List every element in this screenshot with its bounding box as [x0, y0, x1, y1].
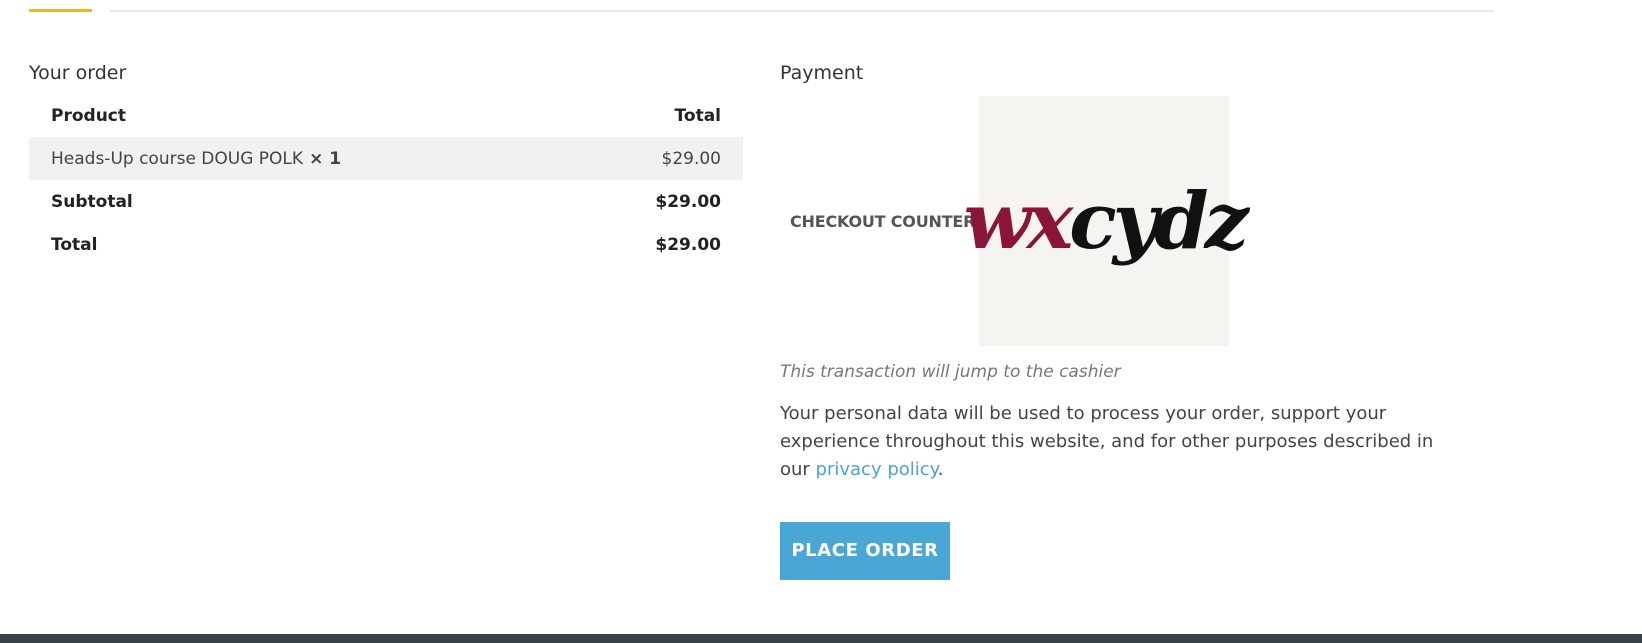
- gateway-logo: wx cydz: [964, 96, 1249, 346]
- total-row: Total $29.00: [29, 223, 743, 266]
- footer-bar: [0, 634, 1642, 643]
- table-row: Heads-Up course DOUG POLK × 1 $29.00: [29, 137, 743, 180]
- payment-title: Payment: [780, 62, 864, 84]
- payment-note: This transaction will jump to the cashie…: [780, 362, 1121, 382]
- product-quantity: × 1: [309, 148, 342, 169]
- subtotal-value: $29.00: [655, 191, 721, 212]
- gateway-label: CHECKOUT COUNTER: [790, 211, 976, 231]
- order-title: Your order: [29, 62, 127, 84]
- logo-text-black: cydz: [1069, 175, 1249, 267]
- progress-accent-bar: [29, 9, 92, 12]
- total-value: $29.00: [655, 234, 721, 255]
- product-name: Heads-Up course DOUG POLK: [51, 148, 304, 169]
- place-order-button[interactable]: PLACE ORDER: [780, 522, 950, 580]
- total-label: Total: [51, 234, 98, 255]
- privacy-policy-link[interactable]: privacy policy: [816, 459, 938, 480]
- product-header: Product: [51, 105, 126, 126]
- payment-section: Payment CHECKOUT COUNTER wx cydz This tra…: [780, 58, 1500, 580]
- privacy-notice: Your personal data will be used to proce…: [780, 400, 1460, 484]
- privacy-end: .: [937, 459, 944, 480]
- order-table: Product Total Heads-Up course DOUG POLK ×…: [29, 94, 743, 266]
- order-summary: Your order Product Total Heads-Up course…: [29, 58, 743, 266]
- table-header-row: Product Total: [29, 94, 743, 137]
- subtotal-row: Subtotal $29.00: [29, 180, 743, 223]
- product-total: $29.00: [661, 148, 721, 169]
- subtotal-label: Subtotal: [51, 191, 133, 212]
- logo-text-red: wx: [963, 175, 1074, 267]
- divider: [110, 10, 1493, 12]
- payment-gateway-option[interactable]: CHECKOUT COUNTER wx cydz: [780, 96, 1500, 346]
- total-header: Total: [674, 105, 721, 126]
- product-cell: Heads-Up course DOUG POLK × 1: [29, 137, 567, 180]
